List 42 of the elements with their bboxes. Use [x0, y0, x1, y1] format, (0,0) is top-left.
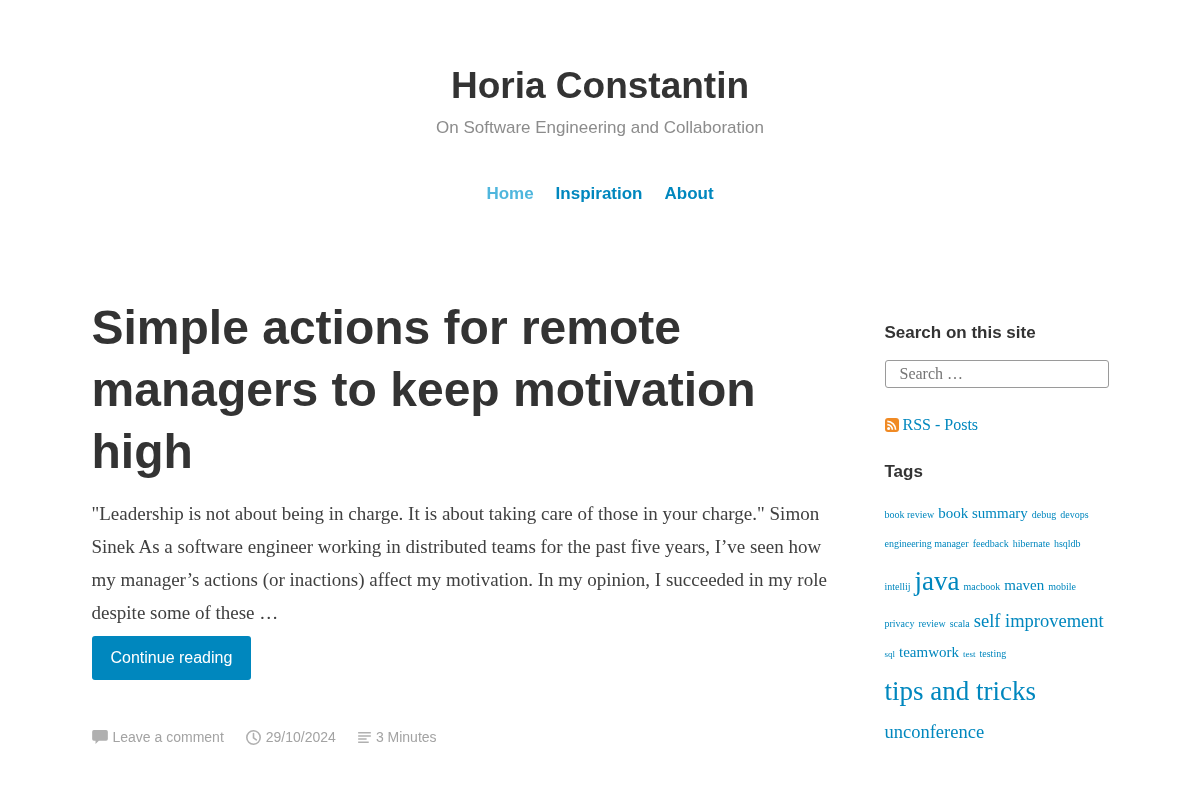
nav-link[interactable]: Home — [486, 182, 534, 206]
rss-icon — [884, 418, 899, 432]
tag-link[interactable]: unconference — [884, 721, 985, 742]
tag-link[interactable]: sql — [884, 649, 895, 660]
tag-link[interactable]: book summary — [938, 505, 1028, 521]
clock-icon — [245, 729, 261, 745]
tag-link[interactable]: macbook — [963, 580, 1001, 592]
nav-link[interactable]: About — [664, 182, 714, 206]
tag-link[interactable]: hsqldb — [1053, 537, 1081, 549]
tags-heading: Tags — [884, 461, 924, 483]
tag-link[interactable]: review — [918, 618, 946, 630]
rss-link[interactable]: RSS - Posts — [902, 414, 979, 436]
site-title[interactable]: Horia Constantin — [450, 64, 750, 108]
tag-link[interactable]: java — [914, 565, 960, 596]
comment-link[interactable]: Leave a comment — [112, 727, 224, 747]
reading-time: 3 Minutes — [375, 728, 437, 747]
site-tagline: On Software Engineering and Collaboration — [436, 117, 764, 139]
tag-link[interactable]: scala — [949, 618, 970, 630]
tag-link[interactable]: self improvement — [973, 611, 1104, 632]
tag-link[interactable]: tips and tricks — [884, 676, 1036, 707]
continue-reading-button[interactable]: Continue reading — [91, 636, 252, 680]
text-lines-icon — [357, 731, 371, 743]
tag-link[interactable]: debug — [1031, 509, 1057, 520]
tag-link[interactable]: book review — [884, 509, 935, 520]
tag-link[interactable]: engineering manager — [884, 537, 969, 549]
tag-link[interactable]: intellij — [884, 580, 911, 592]
search-field[interactable]: Search … — [884, 360, 1109, 388]
search-heading: Search on this site — [884, 322, 1037, 344]
nav-link[interactable]: Inspiration — [555, 182, 643, 206]
tag-link[interactable]: mobile — [1048, 580, 1076, 592]
tag-link[interactable]: maven — [1004, 576, 1045, 593]
post-date-link[interactable]: 29/10/2024 — [265, 727, 336, 747]
tag-link[interactable]: privacy — [884, 618, 915, 630]
tag-link[interactable]: teamwork — [899, 644, 959, 661]
tag-link[interactable]: test — [963, 649, 976, 660]
speech-bubble-icon — [91, 730, 108, 744]
tag-link[interactable]: devops — [1060, 509, 1089, 520]
post-title[interactable]: Simple actions for remote managers to keep motivation high — [91, 297, 837, 483]
post-excerpt: "Leadership is not about being in charge. It is about taking care of those in your charge." Simon Sinek As a software engineer working in distributed teams for the past five years, I’ve seen how my manager’s actions (or inactions) affect my motivation. In my opinion, I succeeded in my role despite some of these … — [91, 502, 828, 625]
tag-link[interactable]: feedback — [972, 537, 1009, 549]
tag-link[interactable]: testing — [979, 648, 1007, 660]
tag-link[interactable]: hibernate — [1012, 537, 1050, 549]
